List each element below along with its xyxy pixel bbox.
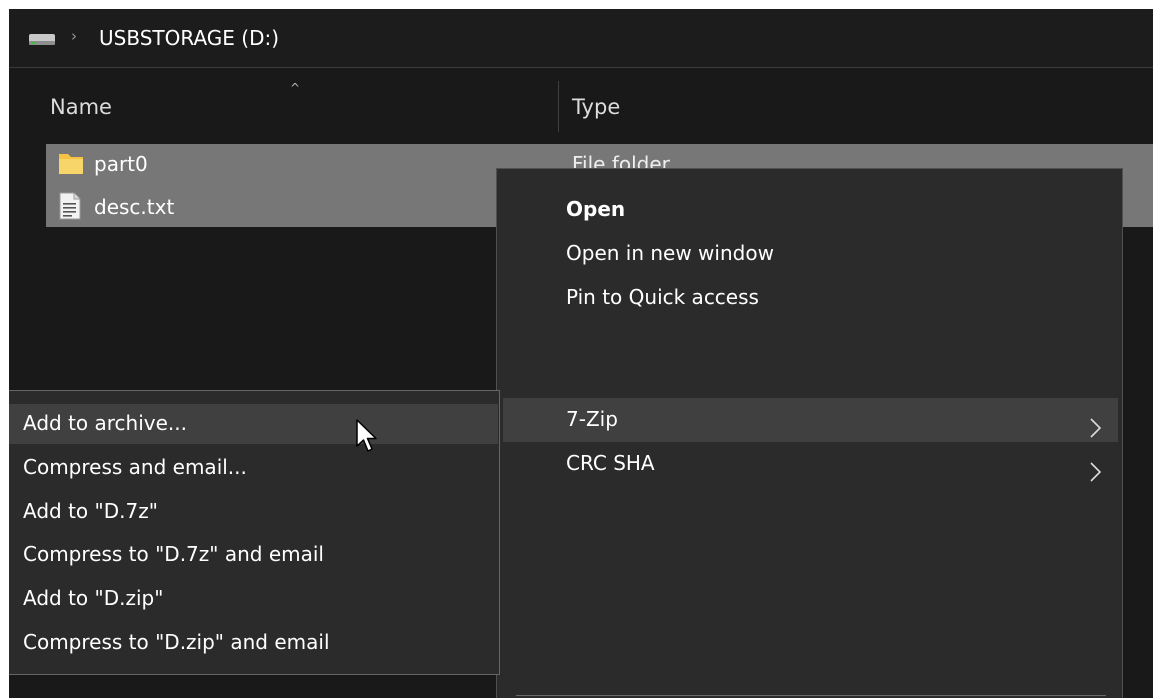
submenu-item-add-to-7z[interactable]: Add to "D.7z"	[23, 499, 158, 523]
file-name: desc.txt	[94, 195, 175, 219]
context-menu: Open Open in new window Pin to Quick acc…	[496, 168, 1123, 698]
chevron-right-icon	[1090, 462, 1102, 482]
column-header-name[interactable]: Name	[50, 95, 112, 119]
submenu-item-add-to-archive[interactable]: Add to archive...	[23, 411, 187, 435]
menu-item-open[interactable]: Open	[566, 197, 625, 221]
folder-icon	[59, 154, 83, 174]
submenu-item-add-to-zip[interactable]: Add to "D.zip"	[23, 586, 163, 610]
submenu-item-compress-and-email[interactable]: Compress and email...	[23, 455, 247, 479]
column-header-type[interactable]: Type	[572, 95, 620, 119]
sort-ascending-icon: ^	[290, 81, 301, 95]
submenu-item-compress-7z-email[interactable]: Compress to "D.7z" and email	[23, 542, 324, 566]
menu-item-crc-sha[interactable]: CRC SHA	[566, 451, 655, 475]
explorer-window: › USBSTORAGE (D:) ^ Name Type part0 File…	[9, 9, 1153, 698]
file-name: part0	[94, 152, 148, 176]
column-divider[interactable]	[558, 81, 559, 132]
breadcrumb-drive[interactable]: USBSTORAGE (D:)	[99, 26, 279, 50]
drive-icon	[29, 34, 55, 45]
address-bar[interactable]: › USBSTORAGE (D:)	[9, 9, 1153, 68]
menu-separator	[516, 695, 1106, 696]
7zip-submenu: Add to archive... Compress and email... …	[9, 390, 500, 675]
text-file-icon	[59, 192, 81, 220]
menu-item-pin-to-quick-access[interactable]: Pin to Quick access	[566, 285, 759, 309]
mouse-cursor-icon	[356, 419, 377, 452]
menu-item-7zip[interactable]: 7-Zip	[566, 407, 618, 431]
chevron-right-icon	[1090, 418, 1102, 438]
submenu-item-compress-zip-email[interactable]: Compress to "D.zip" and email	[23, 630, 330, 654]
breadcrumb-chevron-icon[interactable]: ›	[71, 27, 77, 45]
menu-item-open-in-new-window[interactable]: Open in new window	[566, 241, 774, 265]
